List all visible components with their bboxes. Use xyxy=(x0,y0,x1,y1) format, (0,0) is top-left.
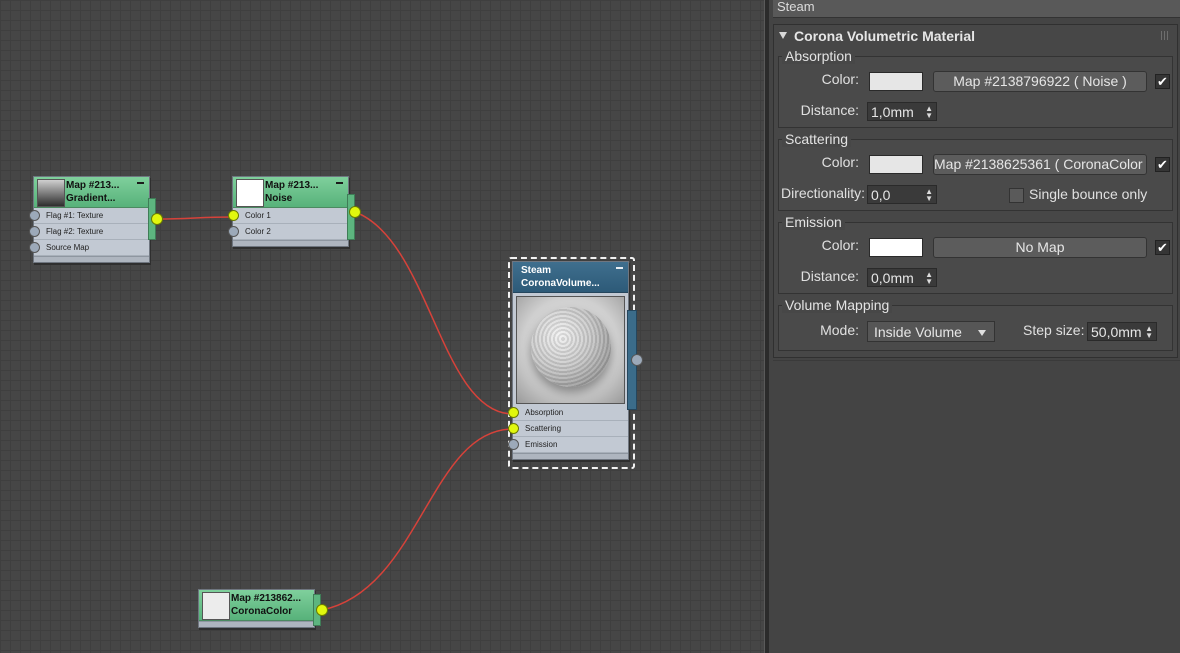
node-footer xyxy=(233,240,348,246)
grip-icon[interactable] xyxy=(1161,31,1169,40)
node-subtitle: CoronaColor xyxy=(231,606,293,617)
corona-volumetric-rollout: Corona Volumetric Material Absorption Co… xyxy=(773,24,1178,358)
spinner-arrows-icon[interactable]: ▲ ▼ xyxy=(1145,325,1153,340)
wire-gradient-to-noise xyxy=(156,216,233,220)
parameter-editor-panel: Steam Corona Volumetric Material Absorpt… xyxy=(769,0,1180,653)
input-socket-connected[interactable] xyxy=(228,210,239,221)
input-socket[interactable] xyxy=(228,226,239,237)
node-subtitle: CoronaVolume... xyxy=(521,278,600,289)
output-socket[interactable] xyxy=(316,604,328,616)
group-title: Emission xyxy=(782,214,845,230)
node-subtitle: Gradient... xyxy=(66,193,116,204)
noise-map-node[interactable]: Map #213... Noise Color 1 Color 2 xyxy=(228,176,349,247)
emission-color-swatch[interactable] xyxy=(869,238,923,257)
node-header[interactable]: Map #213... Gradient... xyxy=(34,177,149,208)
emission-distance-spinner[interactable]: 0,0mm ▲ ▼ xyxy=(867,268,937,287)
color-label: Color: xyxy=(821,237,859,253)
directionality-spinner[interactable]: 0,0 ▲ ▼ xyxy=(867,185,937,204)
slot-row[interactable]: Flag #1: Texture xyxy=(29,208,149,224)
output-socket[interactable] xyxy=(349,206,361,218)
node-title: Steam xyxy=(521,265,552,276)
input-socket-connected[interactable] xyxy=(508,407,519,418)
emission-group: Emission Color: No Map ✔ Distance: 0,0mm… xyxy=(778,214,1173,294)
scattering-color-swatch[interactable] xyxy=(869,155,923,174)
absorption-map-enable-checkbox[interactable]: ✔ xyxy=(1155,74,1170,89)
rollout-header[interactable]: Corona Volumetric Material xyxy=(774,25,1177,47)
input-socket-connected[interactable] xyxy=(508,423,519,434)
node-title: Map #213... xyxy=(265,180,319,191)
node-footer xyxy=(513,453,628,459)
wire-coronacolor-to-scattering xyxy=(321,428,513,611)
node-footer xyxy=(34,256,149,262)
absorption-color-swatch[interactable] xyxy=(869,72,923,91)
material-preview xyxy=(513,293,628,405)
spinner-arrows-icon[interactable]: ▲ ▼ xyxy=(925,188,933,203)
slot-row[interactable]: Source Map xyxy=(29,240,149,256)
color-label: Color: xyxy=(821,71,859,87)
input-socket[interactable] xyxy=(508,439,519,450)
single-bounce-checkbox[interactable] xyxy=(1009,188,1024,203)
node-subtitle: Noise xyxy=(265,193,293,204)
wire-layer xyxy=(156,211,513,611)
slot-row[interactable]: Color 2 xyxy=(228,224,348,240)
scattering-group: Scattering Color: Map #2138625361 ( Coro… xyxy=(778,131,1173,211)
node-title: Map #213... xyxy=(66,180,120,191)
input-socket[interactable] xyxy=(29,210,40,221)
color-label: Color: xyxy=(821,154,859,170)
group-title: Volume Mapping xyxy=(782,297,893,313)
rollout-title: Corona Volumetric Material xyxy=(794,28,976,44)
noise-thumbnail xyxy=(236,179,264,207)
slot-row[interactable]: Color 1 xyxy=(228,208,348,224)
distance-label: Distance: xyxy=(800,268,859,284)
mode-dropdown[interactable]: Inside Volume xyxy=(867,321,995,342)
chevron-down-icon xyxy=(978,330,986,336)
slot-row[interactable]: Scattering xyxy=(508,421,628,437)
input-socket[interactable] xyxy=(29,226,40,237)
emission-map-button[interactable]: No Map xyxy=(933,237,1147,258)
gradient-thumbnail xyxy=(37,179,65,207)
node-header[interactable]: Map #213... Noise xyxy=(233,177,348,208)
group-title: Scattering xyxy=(782,131,852,147)
material-name-bar[interactable]: Steam xyxy=(773,0,1180,18)
node-footer xyxy=(199,621,314,627)
spinner-arrows-icon[interactable]: ▲ ▼ xyxy=(925,271,933,286)
panel-divider xyxy=(773,360,1180,361)
wire-noise-to-absorption xyxy=(354,211,513,415)
collapse-icon[interactable] xyxy=(616,267,623,269)
collapse-icon[interactable] xyxy=(137,182,144,184)
mode-label: Mode: xyxy=(820,322,859,338)
absorption-distance-spinner[interactable]: 1,0mm ▲ ▼ xyxy=(867,102,937,121)
node-header[interactable]: Steam CoronaVolume... xyxy=(513,262,628,293)
scattering-map-enable-checkbox[interactable]: ✔ xyxy=(1155,157,1170,172)
collapse-icon[interactable] xyxy=(336,182,343,184)
distance-label: Distance: xyxy=(800,102,859,118)
node-editor-canvas[interactable]: Map #213... Gradient... Flag #1: Texture… xyxy=(0,0,764,653)
input-socket[interactable] xyxy=(29,242,40,253)
output-socket[interactable] xyxy=(631,354,643,366)
slot-row[interactable]: Emission xyxy=(508,437,628,453)
node-header[interactable]: Map #213862... CoronaColor xyxy=(199,590,314,621)
volume-mapping-group: Volume Mapping Mode: Inside Volume Step … xyxy=(778,297,1173,351)
coronacolor-map-node[interactable]: Map #213862... CoronaColor xyxy=(198,589,315,628)
steam-material-node[interactable]: Steam CoronaVolume... Absorption Scatter… xyxy=(508,261,629,460)
scattering-map-button[interactable]: Map #2138625361 ( CoronaColor ) xyxy=(933,154,1147,175)
gradient-map-node[interactable]: Map #213... Gradient... Flag #1: Texture… xyxy=(29,176,150,263)
collapse-triangle-icon[interactable] xyxy=(779,32,787,39)
absorption-map-button[interactable]: Map #2138796922 ( Noise ) xyxy=(933,71,1147,92)
spinner-arrows-icon[interactable]: ▲ ▼ xyxy=(925,105,933,120)
step-size-spinner[interactable]: 50,0mm ▲ ▼ xyxy=(1087,322,1157,341)
slot-row[interactable]: Absorption xyxy=(508,405,628,421)
output-socket[interactable] xyxy=(151,213,163,225)
coronacolor-thumbnail xyxy=(202,592,230,620)
single-bounce-label: Single bounce only xyxy=(1029,186,1148,202)
emission-map-enable-checkbox[interactable]: ✔ xyxy=(1155,240,1170,255)
slot-row[interactable]: Flag #2: Texture xyxy=(29,224,149,240)
directionality-label: Directionality: xyxy=(781,185,866,201)
step-size-label: Step size: xyxy=(1023,322,1085,338)
group-title: Absorption xyxy=(782,48,855,64)
node-title: Map #213862... xyxy=(231,593,302,604)
absorption-group: Absorption Color: Map #2138796922 ( Nois… xyxy=(778,48,1173,128)
